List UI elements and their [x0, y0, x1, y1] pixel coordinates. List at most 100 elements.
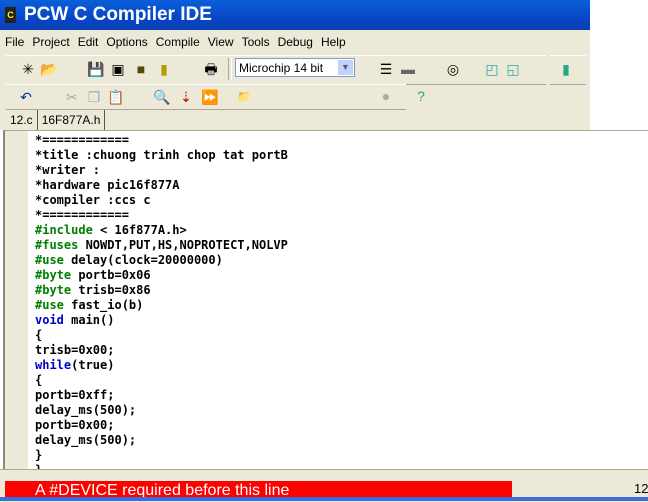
- align-icon[interactable]: ☰: [376, 59, 396, 79]
- close-file-icon[interactable]: ■: [131, 59, 151, 79]
- cabinet-icon[interactable]: ▮: [154, 59, 174, 79]
- code-keyword: #byte: [35, 283, 72, 297]
- title-bar: C PCW C Compiler IDE: [0, 0, 590, 30]
- code-text: *============: [35, 133, 129, 147]
- code-keyword: #use: [35, 298, 64, 312]
- menu-compile[interactable]: Compile: [151, 31, 203, 53]
- code-line: #byte trisb=0x86: [35, 283, 288, 298]
- code-text: delay_ms(500);: [35, 433, 137, 447]
- code-text: *============: [35, 208, 129, 222]
- code-text: main(): [63, 313, 115, 327]
- code-line: trisb=0x00;: [35, 343, 288, 358]
- code-line: }: [35, 448, 288, 463]
- code-text: *compiler :ccs c: [35, 193, 151, 207]
- code-line: while(true): [35, 358, 288, 373]
- code-line: {: [35, 373, 288, 388]
- code-text: }: [35, 448, 43, 462]
- file-tabs: 12.c 16F877A.h: [6, 110, 106, 130]
- code-line: #use fast_io(b): [35, 298, 288, 313]
- tab-file[interactable]: 12.c: [6, 110, 38, 130]
- menu-bar: File Project Edit Options Compile View Tools De…: [0, 31, 349, 53]
- menu-file[interactable]: File: [0, 31, 27, 53]
- paste-icon[interactable]: 📋: [106, 87, 126, 107]
- open-folder-icon[interactable]: 📂: [39, 59, 59, 79]
- code-editor[interactable]: *============ *title :chuong trinh chop t…: [3, 130, 648, 469]
- menu-project[interactable]: Project: [27, 31, 72, 53]
- code-text: < 16f877A.h>: [92, 223, 187, 237]
- code-keyword: void: [35, 313, 64, 327]
- undo-icon[interactable]: ↶: [16, 87, 36, 107]
- save-all-icon[interactable]: ▣: [108, 59, 128, 79]
- device-select-value: Microchip 14 bit: [239, 61, 324, 75]
- code-keyword: #fuses: [35, 238, 79, 252]
- print-icon[interactable]: 🖶: [201, 59, 221, 79]
- code-text: portb=0x06: [71, 268, 151, 282]
- code-line: *writer :: [35, 163, 288, 178]
- editor-gutter: [5, 131, 28, 469]
- code-text: portb=0x00;: [35, 418, 115, 432]
- menu-options[interactable]: Options: [101, 31, 150, 53]
- help-icon[interactable]: ?: [411, 86, 431, 106]
- code-text: *writer :: [35, 163, 101, 177]
- code-line: *compiler :ccs c: [35, 193, 288, 208]
- goto-icon[interactable]: ⇣: [176, 87, 196, 107]
- separator: [228, 58, 232, 80]
- code-line: #byte portb=0x06: [35, 268, 288, 283]
- window-title: PCW C Compiler IDE: [24, 4, 212, 25]
- project-files-icon[interactable]: ◱: [503, 59, 523, 79]
- run-icon[interactable]: ⏩: [200, 87, 220, 107]
- toolbar-edit: ↶ ✂ ❐ 📋 🔍 ⇣ ⏩ 📁: [6, 84, 406, 110]
- debug-bug-icon[interactable]: ●: [376, 86, 396, 106]
- new-file-icon[interactable]: ✳: [18, 59, 38, 79]
- menu-view[interactable]: View: [203, 31, 237, 53]
- code-text: *============ *title :chuong trinh chop t…: [35, 133, 288, 469]
- code-text: {: [35, 373, 43, 387]
- app-icon: C: [5, 7, 16, 23]
- cut-icon[interactable]: ✂: [62, 87, 82, 107]
- code-text: fast_io(b): [63, 298, 144, 312]
- map-icon[interactable]: ▬: [398, 59, 418, 79]
- device-select[interactable]: Microchip 14 bit ▼: [235, 58, 355, 77]
- code-keyword: #use: [35, 253, 64, 267]
- code-line: {: [35, 328, 288, 343]
- code-text: delay_ms(500);: [35, 403, 137, 417]
- code-text: delay(clock=20000000): [63, 253, 223, 267]
- main-window: C PCW C Compiler IDE File Project Edit Opti…: [0, 0, 590, 130]
- code-line: delay_ms(500);: [35, 433, 288, 448]
- code-text: (true): [71, 358, 115, 372]
- save-icon[interactable]: 💾: [86, 59, 106, 79]
- copy-icon[interactable]: ❐: [84, 87, 104, 107]
- code-line: portb=0x00;: [35, 418, 288, 433]
- code-keyword: while: [35, 358, 72, 372]
- toolbar-extra: ▮: [550, 55, 586, 85]
- tab-file[interactable]: 16F877A.h: [38, 110, 106, 130]
- code-line: delay_ms(500);: [35, 403, 288, 418]
- code-line: #fuses NOWDT,PUT,HS,NOPROTECT,NOLVP: [35, 238, 288, 253]
- cd-icon[interactable]: ◎: [443, 59, 463, 79]
- code-text: *title :chuong trinh chop tat portB: [35, 148, 288, 162]
- compile-icon[interactable]: 📁: [234, 87, 254, 107]
- project-open-icon[interactable]: ◰: [482, 59, 502, 79]
- menu-edit[interactable]: Edit: [73, 31, 102, 53]
- code-text: {: [35, 328, 43, 342]
- chevron-down-icon[interactable]: ▼: [338, 60, 353, 75]
- code-keyword: #include: [35, 223, 93, 237]
- code-keyword: #byte: [35, 268, 72, 282]
- code-line: #include < 16f877A.h>: [35, 223, 288, 238]
- code-line: *hardware pic16f877A: [35, 178, 288, 193]
- code-text: NOWDT,PUT,HS,NOPROTECT,NOLVP: [78, 238, 288, 252]
- code-line: void main(): [35, 313, 288, 328]
- code-line: portb=0xff;: [35, 388, 288, 403]
- menu-debug[interactable]: Debug: [273, 31, 316, 53]
- menu-help[interactable]: Help: [316, 31, 349, 53]
- code-text: trisb=0x86: [71, 283, 151, 297]
- find-icon[interactable]: 🔍: [152, 87, 172, 107]
- code-text: *hardware pic16f877A: [35, 178, 180, 192]
- code-line: #use delay(clock=20000000): [35, 253, 288, 268]
- cursor-position: 12: [634, 481, 648, 496]
- menu-tools[interactable]: Tools: [237, 31, 273, 53]
- chip-icon[interactable]: ▮: [556, 59, 576, 79]
- taskbar-edge: [0, 497, 648, 501]
- code-line: *title :chuong trinh chop tat portB: [35, 148, 288, 163]
- code-text: trisb=0x00;: [35, 343, 115, 357]
